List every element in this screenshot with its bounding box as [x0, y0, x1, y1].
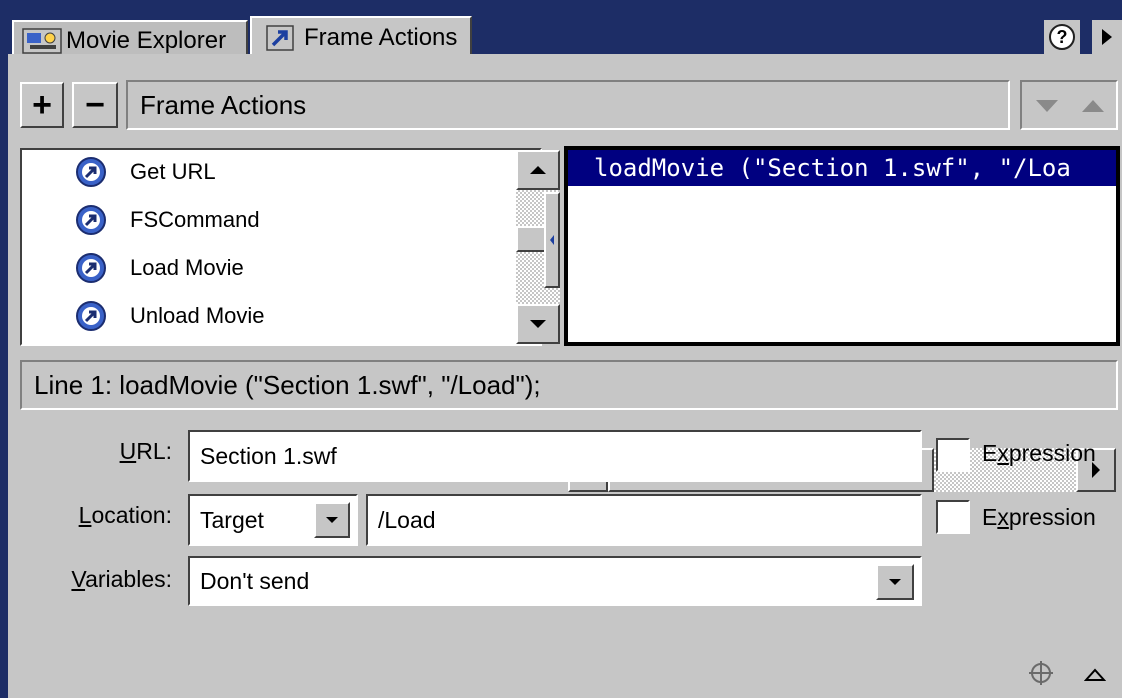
triangle-down-icon	[1036, 100, 1058, 112]
url-expression-checkbox[interactable]	[936, 438, 970, 472]
expression-label-accelerator: x	[997, 440, 1009, 466]
frame-actions-window: Movie Explorer Frame Actions ? + − Frame…	[0, 0, 1122, 698]
action-list[interactable]: Get URL FSCommand Load Movie Unload Movi…	[20, 148, 560, 346]
tab-label: Frame Actions	[304, 24, 458, 51]
url-label-accelerator: U	[119, 438, 137, 464]
location-field[interactable]: /Load	[366, 494, 922, 546]
status-line: Line 1: loadMovie ("Section 1.swf", "/Lo…	[20, 360, 1118, 410]
list-item[interactable]: Unload Movie	[74, 296, 265, 336]
expression-label-text: E	[982, 440, 998, 466]
reorder-group	[1020, 80, 1118, 130]
panel-menu-button[interactable]	[1092, 20, 1122, 54]
action-arrow-icon	[74, 155, 108, 189]
move-up-button[interactable]	[1072, 88, 1114, 124]
triangle-up-icon	[530, 166, 546, 174]
toolbar-title: Frame Actions	[126, 80, 1010, 130]
movie-explorer-icon	[22, 26, 62, 56]
expression-label-text: pression	[1008, 504, 1096, 530]
tab-label: Movie Explorer	[66, 27, 227, 54]
plus-icon: +	[32, 85, 52, 124]
script-editor[interactable]: loadMovie ("Section 1.swf", "/Loa	[564, 146, 1120, 492]
triangle-up-icon	[1082, 100, 1104, 112]
expression-label-text: pression	[1008, 440, 1096, 466]
scroll-up-button[interactable]	[516, 150, 560, 190]
variables-label-accelerator: V	[71, 566, 86, 592]
status-text: Line 1: loadMovie ("Section 1.swf", "/Lo…	[34, 369, 541, 400]
variables-label: Variables:	[40, 566, 172, 593]
triangle-left-icon	[550, 235, 554, 245]
location-label: Location:	[40, 502, 172, 529]
variables-dropdown-button[interactable]	[876, 564, 914, 600]
location-label-text: ocation:	[91, 502, 172, 528]
list-item[interactable]: FSCommand	[74, 200, 260, 240]
help-icon: ?	[1049, 24, 1075, 50]
triangle-right-icon	[1102, 29, 1112, 45]
frame-actions-icon	[260, 23, 300, 53]
list-item[interactable]: Get URL	[74, 152, 216, 192]
list-item-label: Unload Movie	[130, 303, 265, 328]
action-arrow-icon	[74, 203, 108, 237]
target-icon[interactable]	[1026, 658, 1056, 688]
expression-label-text: E	[982, 504, 998, 530]
list-item-label: Get URL	[130, 159, 216, 184]
collapse-icon[interactable]	[1080, 662, 1110, 688]
action-arrow-icon	[74, 299, 108, 333]
triangle-down-icon	[530, 320, 546, 328]
variables-label-text: ariables:	[85, 566, 172, 592]
add-action-button[interactable]: +	[20, 82, 64, 128]
location-type-value: Target	[200, 506, 264, 533]
location-type-dropdown-button[interactable]	[314, 502, 350, 538]
chevron-down-icon	[326, 517, 338, 523]
help-button[interactable]: ?	[1044, 20, 1080, 54]
expression-label-accelerator: x	[997, 504, 1009, 530]
toolbar-title-label: Frame Actions	[140, 89, 307, 120]
chevron-down-icon	[889, 579, 901, 585]
url-value: Section 1.swf	[200, 442, 337, 469]
action-arrow-icon	[74, 251, 108, 285]
minus-icon: −	[85, 85, 105, 124]
list-item-label: FSCommand	[130, 207, 260, 232]
scroll-down-button[interactable]	[516, 304, 560, 344]
tab-frame-actions[interactable]: Frame Actions	[250, 16, 472, 58]
location-expression-checkbox[interactable]	[936, 500, 970, 534]
move-down-button[interactable]	[1026, 88, 1068, 124]
list-item[interactable]: Load Movie	[74, 248, 244, 288]
location-value: /Load	[378, 506, 436, 533]
location-expression-label[interactable]: Expression	[982, 504, 1096, 531]
code-line-selected[interactable]: loadMovie ("Section 1.swf", "/Loa	[568, 150, 1116, 186]
url-expression-label[interactable]: Expression	[982, 440, 1096, 467]
variables-select[interactable]: Don't send	[188, 556, 922, 606]
url-field[interactable]: Section 1.swf	[188, 430, 922, 482]
url-label-text: RL:	[136, 438, 172, 464]
url-label: URL:	[60, 438, 172, 465]
location-label-accelerator: L	[78, 502, 92, 528]
remove-action-button[interactable]: −	[72, 82, 118, 128]
variables-value: Don't send	[200, 567, 310, 594]
list-item-label: Load Movie	[130, 255, 244, 280]
pane-splitter[interactable]	[544, 192, 560, 288]
